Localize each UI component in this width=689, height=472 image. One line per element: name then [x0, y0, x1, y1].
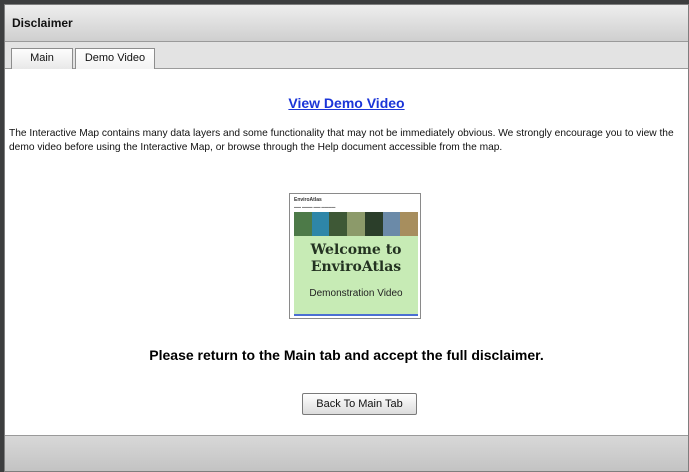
thumbnail-subtitle: Demonstration Video	[309, 288, 403, 299]
back-to-main-tab-button[interactable]: Back To Main Tab	[302, 393, 417, 415]
dialog-titlebar[interactable]: Disclaimer	[5, 5, 688, 42]
return-instruction: Please return to the Main tab and accept…	[149, 347, 544, 363]
dialog-title: Disclaimer	[12, 16, 73, 30]
thumbnail-photo-strip	[294, 212, 418, 236]
dialog-footer	[5, 435, 688, 471]
thumbnail-title-line1: Welcome to	[310, 242, 402, 258]
thumbnail-subheader: ▬▬ ▬▬▬ ▬▬ ▬▬▬▬	[294, 205, 336, 209]
info-paragraph: The Interactive Map contains many data l…	[9, 128, 674, 153]
tab-main[interactable]: Main	[11, 48, 73, 69]
tab-demo-video[interactable]: Demo Video	[75, 48, 155, 70]
disclaimer-dialog: Disclaimer Main Demo Video View Demo Vid…	[4, 4, 689, 472]
thumbnail-header: EnviroAtlas	[294, 197, 322, 203]
thumbnail-title-line2: EnviroAtlas	[310, 259, 402, 275]
view-demo-video-link[interactable]: View Demo Video	[5, 95, 688, 111]
thumbnail-title-panel: Welcome to EnviroAtlas Demonstration Vid…	[294, 236, 418, 316]
demo-video-thumbnail[interactable]: EnviroAtlas ▬▬ ▬▬▬ ▬▬ ▬▬▬▬ Welcome to En…	[289, 193, 421, 319]
tab-content: View Demo Video The Interactive Map cont…	[5, 69, 688, 437]
tab-strip: Main Demo Video	[5, 42, 688, 70]
